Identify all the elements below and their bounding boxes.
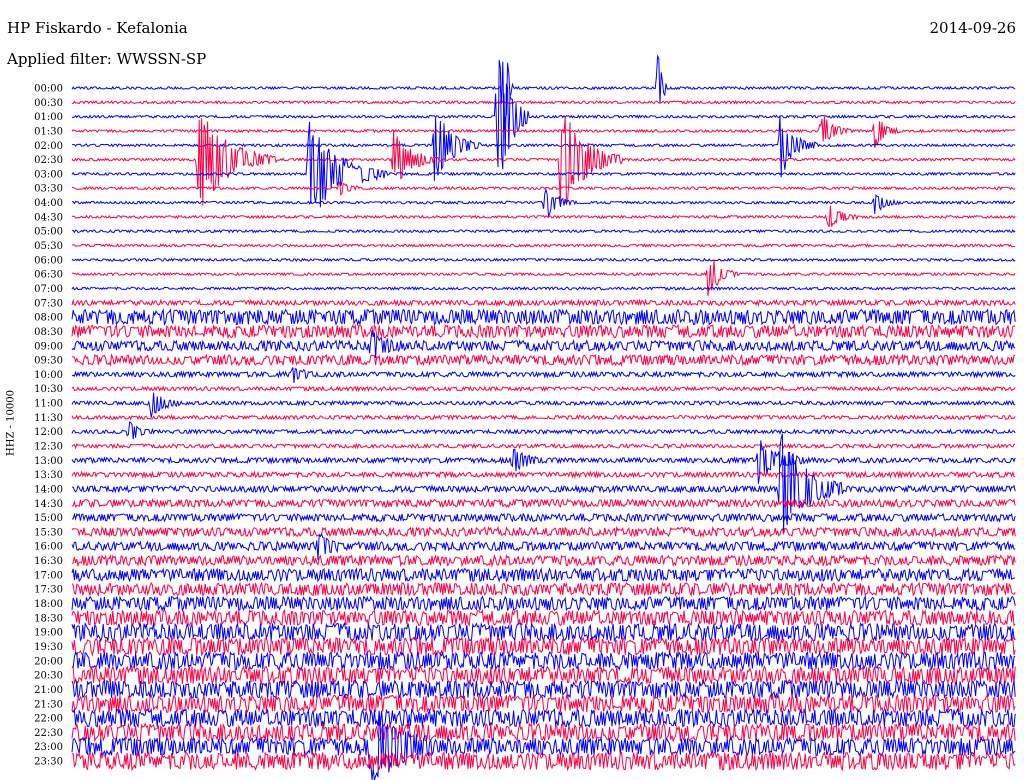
row-label: 02:30: [34, 155, 63, 166]
row-label: 16:30: [34, 556, 63, 567]
row-label: 11:30: [34, 413, 63, 424]
row-label: 06:00: [34, 255, 63, 266]
seismic-traces: [71, 54, 1016, 780]
row-label: 09:00: [34, 341, 63, 352]
row-label: 21:30: [34, 699, 63, 710]
row-label: 10:00: [34, 370, 63, 381]
trace-line: [71, 715, 1016, 780]
row-label: 09:30: [34, 356, 63, 367]
trace-line: [71, 421, 1016, 440]
trace-line: [71, 228, 1016, 234]
trace-line: [71, 750, 1016, 772]
row-label: 18:00: [34, 599, 63, 610]
trace-line: [71, 59, 1016, 170]
trace-line: [71, 442, 1016, 450]
row-label: 03:30: [34, 184, 63, 195]
trace-line: [71, 636, 1016, 657]
row-label: 19:30: [34, 642, 63, 653]
row-label: 02:00: [34, 141, 63, 152]
row-label: 21:00: [34, 685, 63, 696]
trace-line: [71, 621, 1016, 643]
trace-line: [71, 308, 1016, 327]
row-label: 22:30: [34, 728, 63, 739]
row-label: 13:00: [34, 456, 63, 467]
row-label: 00:00: [34, 84, 63, 95]
trace-line: [71, 433, 1016, 535]
trace-line: [71, 525, 1016, 538]
trace-line: [71, 298, 1016, 308]
row-label: 12:30: [34, 442, 63, 453]
row-label: 17:00: [34, 570, 63, 581]
trace-line: [71, 392, 1016, 418]
trace-line: [71, 498, 1016, 509]
row-label: 01:00: [34, 112, 63, 123]
trace-line: [71, 707, 1016, 729]
trace-line: [71, 470, 1016, 480]
trace-line: [71, 608, 1016, 627]
time-tick-labels: 00:00 00:30 01:00 01:30 02:00 02:30 03:00 03:30…: [34, 84, 63, 768]
row-label: 15:00: [34, 513, 63, 524]
trace-line: [71, 594, 1016, 613]
trace-line: [71, 330, 1016, 359]
row-label: 08:30: [34, 327, 63, 338]
row-label: 00:30: [34, 98, 63, 109]
row-label: 17:30: [34, 585, 63, 596]
trace-line: [72, 353, 1016, 367]
row-label: 12:00: [34, 427, 63, 438]
row-label: 15:30: [34, 527, 63, 538]
row-label: 16:00: [34, 542, 63, 553]
trace-line: [72, 259, 1016, 297]
row-label: 20:00: [34, 656, 63, 667]
row-label: 04:30: [34, 212, 63, 223]
row-label: 01:30: [34, 126, 63, 137]
row-label: 05:00: [34, 227, 63, 238]
trace-line: [71, 187, 1016, 218]
trace-line: [71, 665, 1016, 686]
trace-line: [71, 413, 1016, 421]
row-label: 08:00: [34, 313, 63, 324]
trace-line: [71, 679, 1016, 700]
row-label: 23:00: [34, 742, 63, 753]
trace-line: [72, 100, 1016, 105]
row-label: 03:00: [34, 169, 63, 180]
row-label: 06:30: [34, 270, 63, 281]
trace-line: [71, 286, 1016, 291]
trace-line: [71, 650, 1016, 672]
helicorder-chart: 00:00 00:30 01:00 01:30 02:00 02:30 03:00 03:30…: [34, 54, 1016, 780]
trace-line: [71, 367, 1016, 383]
row-label: 10:30: [34, 384, 63, 395]
trace-line: [71, 532, 1016, 561]
row-label: 07:00: [34, 284, 63, 295]
row-label: 05:30: [34, 241, 63, 252]
trace-line: [71, 385, 1016, 393]
trace-line: [71, 567, 1016, 583]
row-label: 13:30: [34, 470, 63, 481]
trace-line: [71, 553, 1016, 568]
trace-line: [71, 512, 1016, 523]
row-label: 07:30: [34, 298, 63, 309]
trace-line: [71, 257, 1016, 263]
trace-line: [71, 243, 1016, 248]
row-label: 04:00: [34, 198, 63, 209]
trace-line: [71, 116, 1016, 149]
row-label: 22:00: [34, 714, 63, 725]
row-label: 19:00: [34, 628, 63, 639]
trace-line: [71, 722, 1016, 743]
row-label: 14:30: [34, 499, 63, 510]
row-label: 11:00: [34, 399, 63, 410]
row-label: 14:00: [34, 484, 63, 495]
row-label: 18:30: [34, 613, 63, 624]
row-label: 23:30: [34, 757, 63, 768]
row-label: 20:30: [34, 671, 63, 682]
trace-line: [71, 323, 1016, 340]
trace-line: [71, 581, 1016, 598]
trace-line: [71, 54, 1016, 133]
